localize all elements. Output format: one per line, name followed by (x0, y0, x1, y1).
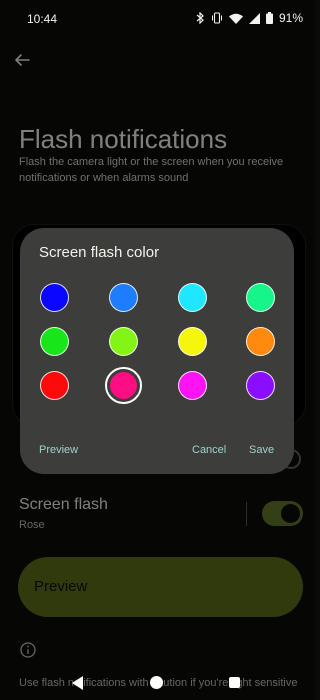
navigation-bar (0, 670, 315, 700)
battery-percentage: 91% (278, 11, 303, 25)
color-swatch-green[interactable] (39, 326, 69, 356)
vibrate-icon (211, 12, 223, 24)
selected-swatch-fill (109, 371, 137, 399)
battery-icon (265, 12, 273, 24)
wifi-icon (228, 13, 243, 24)
color-swatch-chartreuse[interactable] (108, 326, 138, 356)
nav-home-icon[interactable] (150, 676, 163, 689)
color-swatch-orange[interactable] (245, 326, 275, 356)
dialog-preview-button[interactable]: Preview (39, 444, 78, 456)
status-bar: 10:44 91% (0, 0, 315, 38)
color-swatch-magenta[interactable] (177, 370, 207, 400)
bluetooth-icon (196, 12, 205, 24)
dialog-save-button[interactable]: Save (249, 444, 274, 456)
signal-icon (248, 12, 260, 24)
color-swatch-violet[interactable] (245, 370, 275, 400)
nav-back-icon[interactable] (72, 676, 84, 695)
dialog-cancel-button[interactable]: Cancel (192, 444, 226, 456)
screen-flash-color-dialog: Screen flash color Preview Cancel Save (20, 228, 294, 474)
nav-recents-icon[interactable] (229, 677, 240, 688)
color-swatch-red[interactable] (39, 370, 69, 400)
color-swatch-yellow[interactable] (177, 326, 207, 356)
dialog-title: Screen flash color (39, 244, 160, 261)
status-time: 10:44 (27, 12, 58, 26)
color-swatch-azure[interactable] (108, 282, 138, 312)
color-swatch-rose[interactable] (104, 366, 142, 404)
color-swatch-spring-green[interactable] (245, 282, 275, 312)
color-swatch-blue[interactable] (39, 282, 69, 312)
color-swatch-cyan[interactable] (177, 282, 207, 312)
